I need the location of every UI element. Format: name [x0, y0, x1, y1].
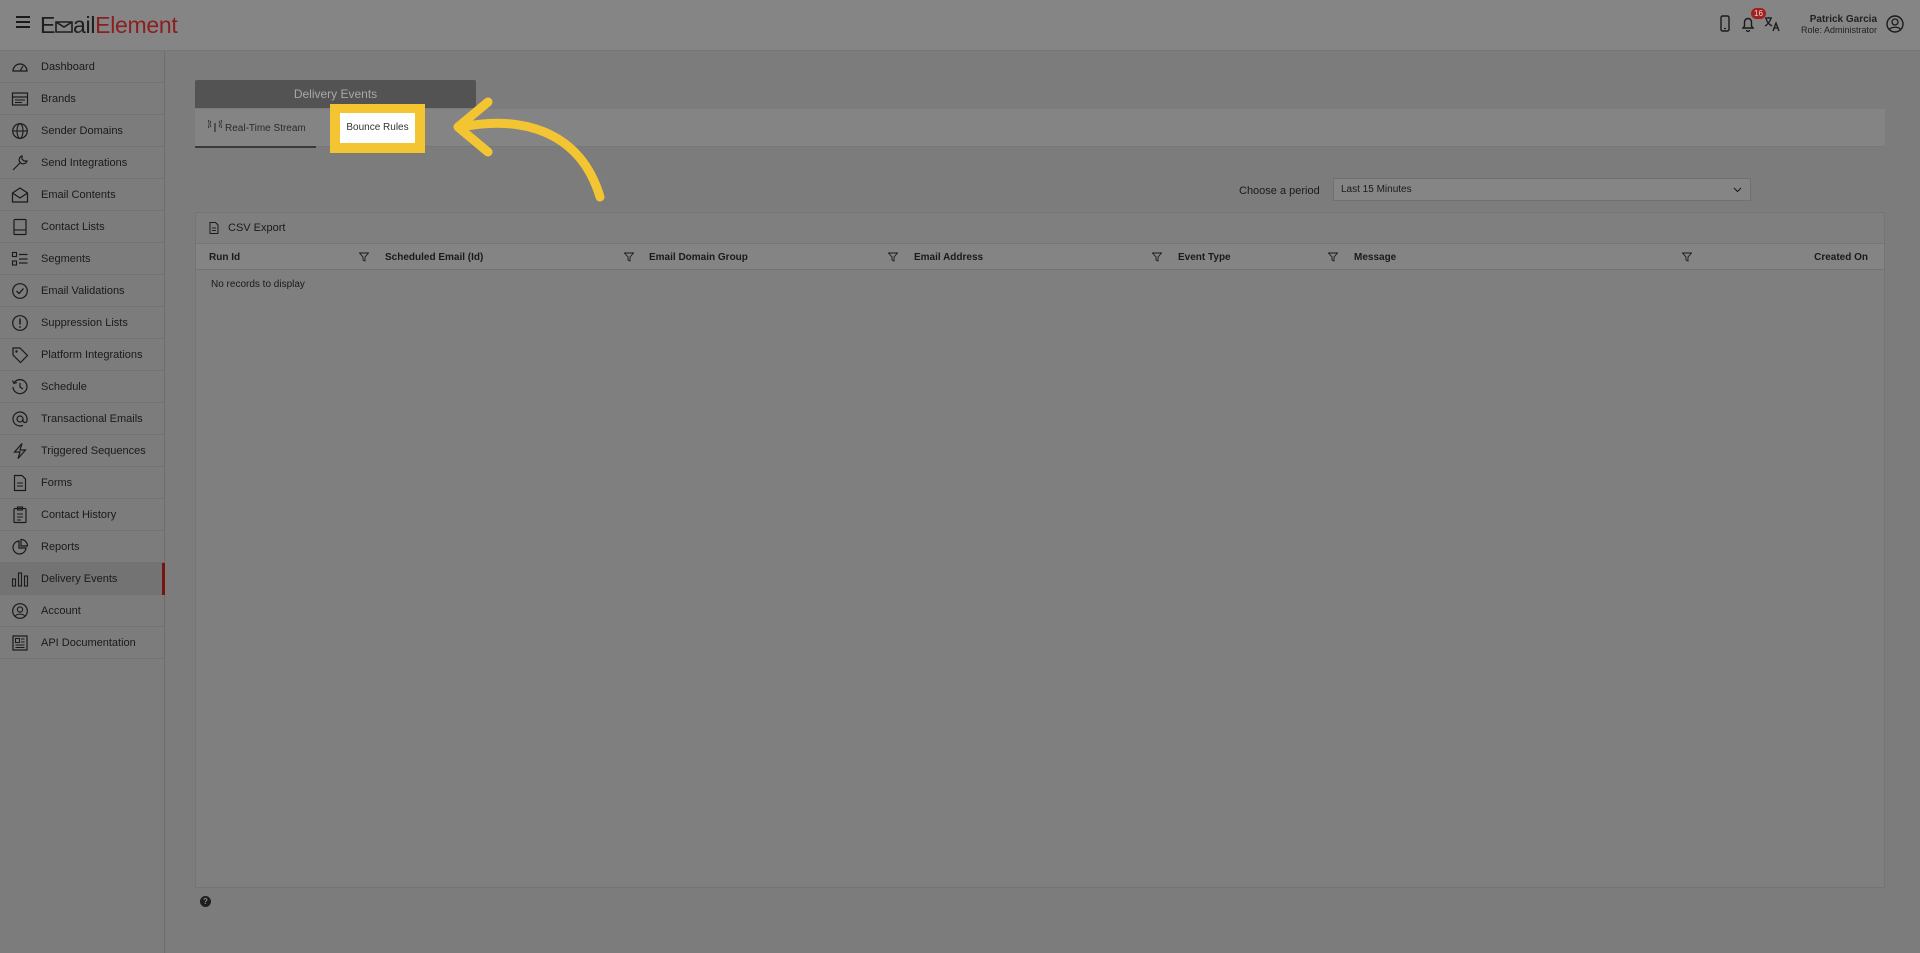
sidebar-item-label: Delivery Events: [41, 572, 118, 585]
file-csv-icon: [209, 222, 219, 234]
globe-icon: [11, 122, 29, 140]
list-icon: [11, 250, 29, 268]
check-circle-icon: [11, 282, 29, 300]
pie-chart-icon: [11, 538, 29, 556]
sidebar-item-label: Email Validations: [41, 284, 125, 297]
sidebar-item-label: Contact History: [41, 508, 117, 521]
sidebar-item-label: Schedule: [41, 380, 87, 393]
history-icon: [11, 378, 29, 396]
empty-message: No records to display: [211, 279, 305, 290]
hamburger-menu-icon[interactable]: [16, 16, 30, 28]
sidebar: Dashboard Brands Sender Domains Send Int…: [0, 51, 165, 953]
sidebar-item-contact-lists[interactable]: Contact Lists: [0, 211, 164, 243]
table-header: Run Id Scheduled Email (Id) Email Domain…: [196, 243, 1884, 270]
period-label: Choose a period: [1239, 185, 1320, 197]
at-icon: [11, 410, 29, 428]
user-role: Role: Administrator: [1800, 25, 1877, 35]
sidebar-item-transactional-emails[interactable]: Transactional Emails: [0, 403, 164, 435]
bar-chart-icon: [11, 570, 29, 588]
help-icon[interactable]: ?: [200, 896, 211, 907]
sidebar-item-label: Dashboard: [41, 60, 95, 73]
filter-icon[interactable]: [359, 252, 369, 262]
sidebar-item-label: Sender Domains: [41, 124, 123, 137]
sidebar-item-sender-domains[interactable]: Sender Domains: [0, 115, 164, 147]
column-header-event-type[interactable]: Event Type: [1178, 252, 1231, 263]
wrench-icon: [11, 154, 29, 172]
filter-icon[interactable]: [1328, 252, 1338, 262]
bolt-icon: [11, 442, 29, 460]
tab-bounce-rules[interactable]: Bounce Rules: [340, 113, 415, 143]
app-logo[interactable]: EailElement: [40, 12, 178, 39]
column-header-email-address[interactable]: Email Address: [914, 252, 983, 263]
column-header-run-id[interactable]: Run Id: [209, 252, 240, 263]
tab-real-time-stream[interactable]: Real-Time Stream: [195, 109, 316, 148]
sidebar-item-suppression-lists[interactable]: Suppression Lists: [0, 307, 164, 339]
sidebar-item-account[interactable]: Account: [0, 595, 164, 627]
column-header-scheduled-email[interactable]: Scheduled Email (Id): [385, 252, 483, 263]
annotation-arrow: [453, 97, 605, 202]
sidebar-item-contact-history[interactable]: Contact History: [0, 499, 164, 531]
sidebar-item-send-integrations[interactable]: Send Integrations: [0, 147, 164, 179]
data-grid: CSV Export Run Id Scheduled Email (Id) E…: [195, 212, 1885, 888]
sidebar-item-label: API Documentation: [41, 636, 136, 649]
sidebar-item-label: Reports: [41, 540, 80, 553]
clipboard-icon: [11, 506, 29, 524]
file-icon: [11, 474, 29, 492]
sidebar-item-segments[interactable]: Segments: [0, 243, 164, 275]
period-select[interactable]: Last 15 Minutes: [1333, 178, 1751, 201]
filter-icon[interactable]: [1682, 252, 1692, 262]
sidebar-item-label: Transactional Emails: [41, 412, 143, 425]
filter-icon[interactable]: [624, 252, 634, 262]
sidebar-item-label: Brands: [41, 92, 76, 105]
tag-icon: [11, 346, 29, 364]
sidebar-item-label: Send Integrations: [41, 156, 128, 169]
address-book-icon: [11, 218, 29, 236]
sidebar-item-label: Contact Lists: [41, 220, 105, 233]
sidebar-item-forms[interactable]: Forms: [0, 467, 164, 499]
doc-icon: [11, 634, 29, 652]
sidebar-item-label: Forms: [41, 476, 73, 489]
envelope-icon: [11, 186, 29, 204]
csv-export-label: CSV Export: [228, 222, 286, 234]
sidebar-item-label: Suppression Lists: [41, 316, 128, 329]
sidebar-item-schedule[interactable]: Schedule: [0, 371, 164, 403]
user-circle-icon[interactable]: [1885, 14, 1905, 34]
sidebar-item-label: Platform Integrations: [41, 348, 143, 361]
sidebar-item-delivery-events[interactable]: Delivery Events: [0, 563, 165, 595]
column-header-created-on[interactable]: Created On: [1814, 252, 1868, 263]
column-header-email-domain-group[interactable]: Email Domain Group: [649, 252, 748, 263]
mobile-icon[interactable]: [1715, 14, 1735, 34]
user-icon: [11, 602, 29, 620]
sidebar-item-label: Account: [41, 604, 81, 617]
brands-icon: [11, 90, 29, 108]
csv-export-button[interactable]: CSV Export: [208, 220, 285, 236]
filter-icon[interactable]: [1152, 252, 1162, 262]
gauge-icon: [11, 58, 29, 76]
user-name[interactable]: Patrick Garcia: [1810, 14, 1877, 25]
exclamation-circle-icon: [11, 314, 29, 332]
sidebar-item-api-documentation[interactable]: API Documentation: [0, 627, 164, 659]
tab-label: Real-Time Stream: [225, 123, 306, 134]
sidebar-item-brands[interactable]: Brands: [0, 83, 164, 115]
language-icon[interactable]: [1762, 14, 1782, 34]
sidebar-item-triggered-sequences[interactable]: Triggered Sequences: [0, 435, 164, 467]
sidebar-item-label: Email Contents: [41, 188, 116, 201]
top-bar: EailElement 16 Patrick Garcia Role: Admi…: [0, 0, 1920, 51]
sidebar-item-email-validations[interactable]: Email Validations: [0, 275, 164, 307]
sidebar-item-label: Triggered Sequences: [41, 444, 146, 457]
sidebar-item-reports[interactable]: Reports: [0, 531, 164, 563]
period-value: Last 15 Minutes: [1341, 184, 1412, 195]
column-header-message[interactable]: Message: [1354, 252, 1396, 263]
sidebar-item-email-contents[interactable]: Email Contents: [0, 179, 164, 211]
filter-icon[interactable]: [888, 252, 898, 262]
sidebar-item-label: Segments: [41, 252, 91, 265]
sidebar-item-platform-integrations[interactable]: Platform Integrations: [0, 339, 164, 371]
broadcast-icon: [207, 119, 223, 133]
sidebar-item-dashboard[interactable]: Dashboard: [0, 51, 164, 83]
chevron-down-icon: [1733, 187, 1742, 193]
